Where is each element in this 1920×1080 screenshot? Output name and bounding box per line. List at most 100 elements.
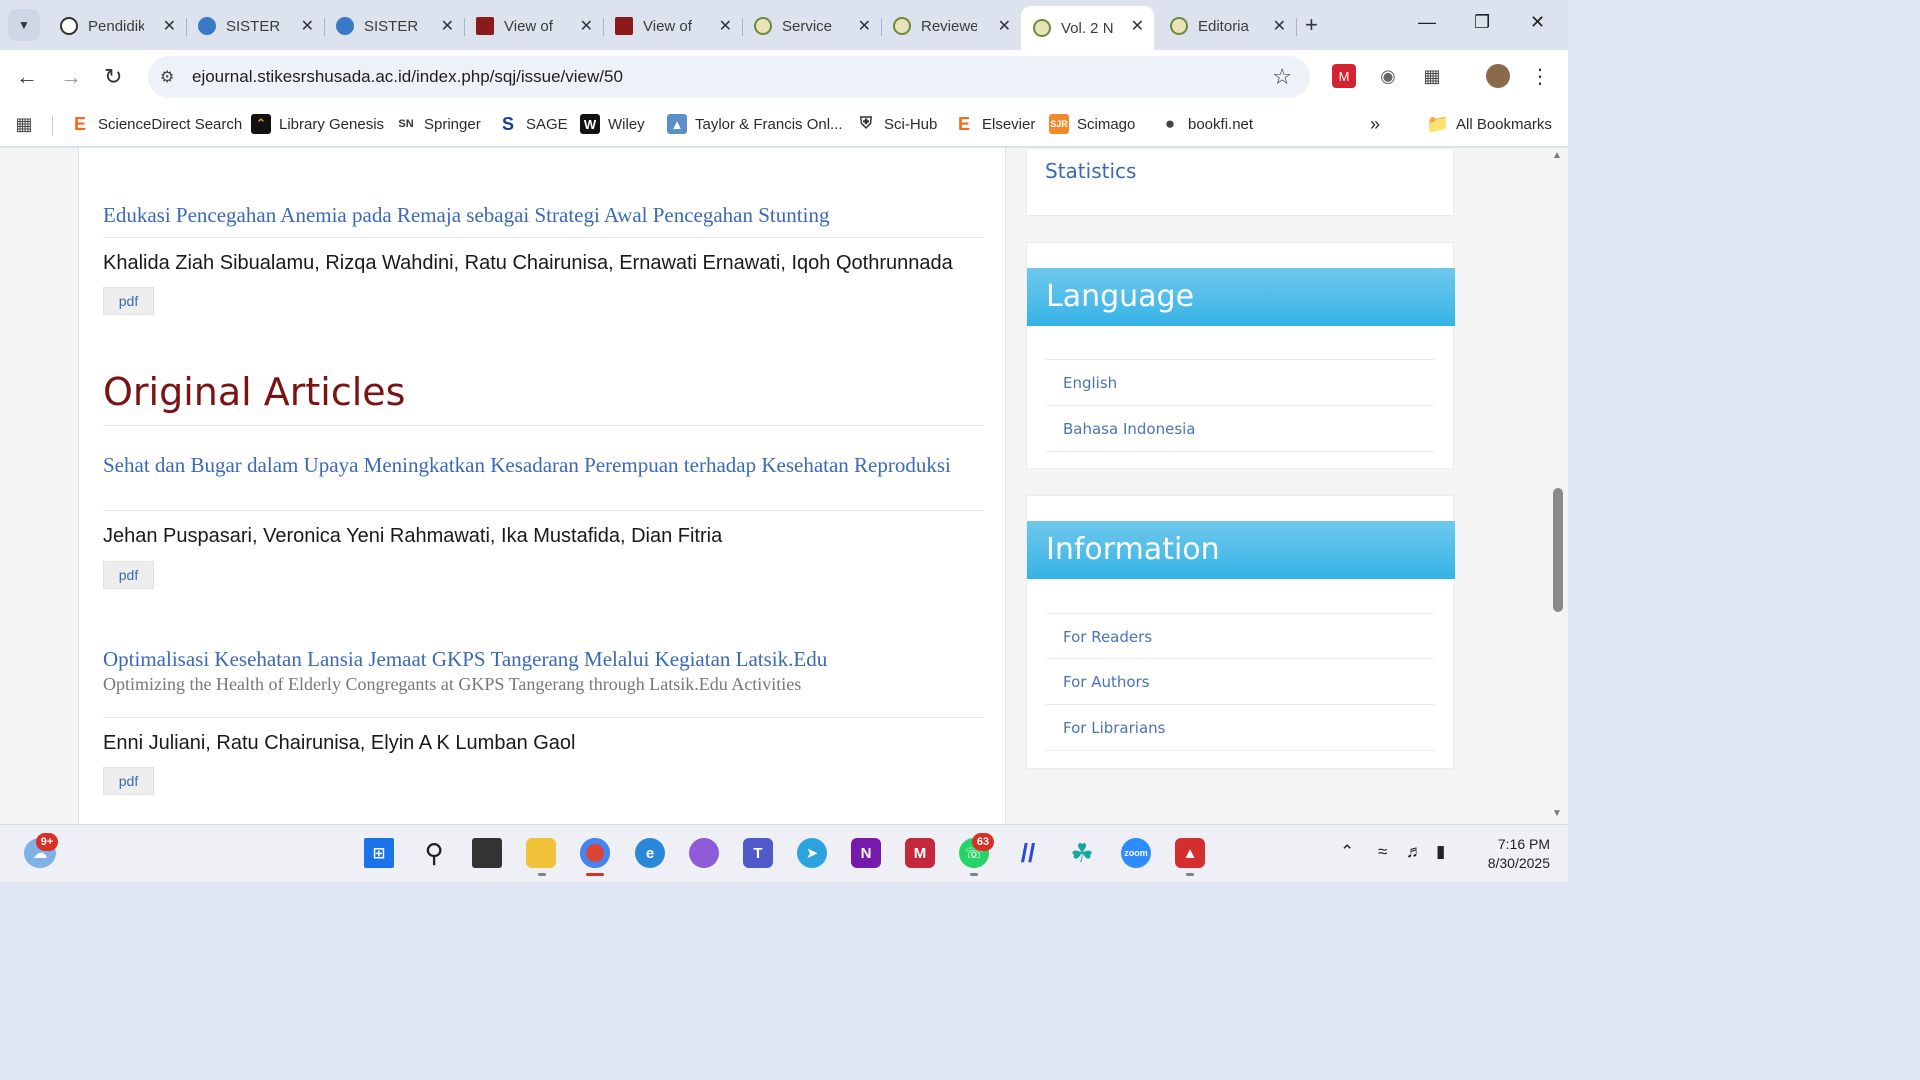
divider — [103, 510, 983, 511]
tray-overflow-chevron-icon[interactable]: ⌃ — [1340, 842, 1354, 862]
apps-button[interactable]: ▦ — [14, 114, 42, 134]
chevron-down-icon: ▼ — [18, 18, 30, 32]
article-title-link[interactable]: Optimalisasi Kesehatan Lansia Jemaat GKP… — [103, 647, 963, 671]
statistics-link[interactable]: Statistics — [1045, 159, 1136, 183]
page-scrollbar[interactable]: ▲ ▼ — [1548, 148, 1568, 824]
telegram-icon[interactable]: ➤ — [797, 838, 827, 868]
tab-view-of-1[interactable]: View of ✕ — [464, 8, 604, 44]
journal-seal-icon — [754, 17, 772, 35]
copilot-icon[interactable] — [689, 838, 719, 868]
extensions-puzzle-icon[interactable]: ▦ — [1420, 64, 1444, 88]
article-title-link[interactable]: Sehat dan Bugar dalam Upaya Meningkatkan… — [103, 453, 963, 477]
onenote-icon[interactable]: N — [851, 838, 881, 868]
close-tab-icon[interactable]: ✕ — [441, 16, 454, 36]
profile-avatar[interactable] — [1486, 64, 1510, 88]
section-heading: Original Articles — [103, 370, 406, 414]
edge-icon[interactable]: e — [635, 838, 665, 868]
language-english-link[interactable]: English — [1045, 359, 1435, 405]
journal-seal-icon — [893, 17, 911, 35]
tab-sister-1[interactable]: SISTER | ✕ — [186, 8, 325, 44]
close-window-button[interactable]: ✕ — [1530, 12, 1545, 33]
for-authors-link[interactable]: For Authors — [1045, 658, 1435, 704]
language-bahasa-indonesia-link[interactable]: Bahasa Indonesia — [1045, 405, 1435, 451]
scroll-down-arrow-icon[interactable]: ▼ — [1552, 808, 1562, 819]
bookmark-library-genesis[interactable]: ⌃ Library Genesis — [251, 114, 384, 134]
chrome-icon[interactable] — [580, 838, 610, 868]
restore-button[interactable]: ❐ — [1474, 12, 1490, 33]
close-tab-icon[interactable]: ✕ — [580, 16, 593, 36]
close-tab-icon[interactable]: ✕ — [858, 16, 871, 36]
close-tab-icon[interactable]: ✕ — [1273, 16, 1286, 36]
close-tab-icon[interactable]: ✕ — [301, 16, 314, 36]
close-tab-icon[interactable]: ✕ — [1131, 16, 1144, 36]
apps-grid-icon: ▦ — [15, 113, 33, 134]
windows-taskbar: ☁ 9+ ⊞ ⚲ e T ➤ N M ☏ 63 // ☘ zoom ▲ ⌃ ≈ … — [0, 824, 1568, 882]
clock-time: 7:16 PM — [1497, 836, 1550, 852]
url-text[interactable]: ejournal.stikesrshusada.ac.id/index.php/… — [192, 67, 623, 87]
tab-search-button[interactable]: ▼ — [8, 9, 40, 41]
acrobat-icon[interactable]: ▲ — [1175, 838, 1205, 868]
kebab-menu-icon[interactable]: ⋮ — [1528, 64, 1552, 88]
tab-sister-2[interactable]: SISTER | ✕ — [324, 8, 465, 44]
mendeley-extension-icon[interactable]: M — [1332, 64, 1356, 88]
close-tab-icon[interactable]: ✕ — [163, 16, 176, 36]
battery-icon[interactable]: ▮ — [1436, 842, 1445, 862]
teams-icon[interactable]: T — [743, 838, 773, 868]
information-heading: Information — [1027, 521, 1455, 579]
site-info-icon[interactable]: ⚙ — [160, 67, 174, 87]
springer-icon: SN — [398, 118, 414, 130]
minimize-button[interactable]: — — [1418, 12, 1436, 33]
bookmark-sciencedirect[interactable]: E ScienceDirect Search — [70, 114, 242, 134]
article-title-link[interactable]: Edukasi Pencegahan Anemia pada Remaja se… — [103, 203, 963, 227]
search-icon[interactable]: ⚲ — [419, 838, 449, 868]
address-bar[interactable]: ⚙ ejournal.stikesrshusada.ac.id/index.ph… — [148, 56, 1310, 98]
tab-view-of-2[interactable]: View of ✕ — [603, 8, 743, 44]
web-page: Edukasi Pencegahan Anemia pada Remaja se… — [0, 148, 1568, 824]
for-librarians-link[interactable]: For Librarians — [1045, 704, 1435, 750]
close-tab-icon[interactable]: ✕ — [719, 16, 732, 36]
bookmarks-overflow-button[interactable]: » — [1370, 114, 1380, 135]
tab-pendidik[interactable]: Pendidik ✕ — [48, 8, 187, 44]
tab-service[interactable]: Service ✕ — [742, 8, 882, 44]
all-bookmarks-button[interactable]: 📁 All Bookmarks — [1427, 114, 1552, 134]
scrollbar-thumb[interactable] — [1553, 488, 1563, 612]
wifi-icon[interactable]: ≈ — [1378, 842, 1387, 862]
bookmark-bookfi[interactable]: ● bookfi.net — [1160, 114, 1253, 134]
browser-toolbar: ← → ↻ ⚙ ejournal.stikesrshusada.ac.id/in… — [0, 50, 1568, 104]
for-readers-link[interactable]: For Readers — [1045, 613, 1435, 659]
bookmark-scimago[interactable]: SJR Scimago — [1049, 114, 1135, 134]
camera-icon[interactable]: ◉ — [1376, 64, 1400, 88]
zoom-icon[interactable]: zoom — [1121, 838, 1151, 868]
back-button[interactable]: ← — [16, 64, 38, 90]
app-figure-icon[interactable]: ☘ — [1067, 838, 1097, 868]
pdf-button[interactable]: pdf — [103, 561, 154, 589]
bookmark-taylor-francis[interactable]: ▲ Taylor & Francis Onl... — [667, 114, 843, 134]
mendeley-icon[interactable]: M — [905, 838, 935, 868]
file-explorer-icon[interactable] — [526, 838, 556, 868]
bookmark-sage[interactable]: S SAGE — [498, 114, 568, 134]
task-view-icon[interactable] — [472, 838, 502, 868]
bookmark-star-icon[interactable]: ☆ — [1272, 64, 1292, 90]
start-windows-icon[interactable]: ⊞ — [364, 838, 394, 868]
pdf-button[interactable]: pdf — [103, 287, 154, 315]
bookmark-wiley[interactable]: W Wiley — [580, 114, 645, 134]
scimago-icon: SJR — [1049, 114, 1069, 134]
bookmark-elsevier[interactable]: E Elsevier — [954, 114, 1035, 134]
system-clock[interactable]: 7:16 PM 8/30/2025 — [1460, 835, 1550, 873]
tab-editorial[interactable]: Editoria ✕ — [1158, 8, 1297, 44]
journal-seal-icon — [1033, 19, 1051, 37]
volume-icon[interactable]: ♬ — [1406, 842, 1423, 862]
elsevier-icon: E — [73, 113, 86, 134]
app-slash-icon[interactable]: // — [1013, 838, 1043, 868]
bookmark-springer[interactable]: SN Springer — [396, 114, 480, 134]
forward-button[interactable]: → — [60, 64, 82, 90]
tab-vol-2-active[interactable]: Vol. 2 N ✕ — [1021, 6, 1154, 50]
reload-button[interactable]: ↻ — [104, 64, 122, 90]
new-tab-button[interactable]: + — [1305, 12, 1318, 38]
acta-medica-icon — [615, 17, 633, 35]
close-tab-icon[interactable]: ✕ — [998, 16, 1011, 36]
scroll-up-arrow-icon[interactable]: ▲ — [1552, 150, 1562, 161]
tab-reviewer[interactable]: Reviewe ✕ — [881, 8, 1021, 44]
pdf-button[interactable]: pdf — [103, 767, 154, 795]
bookmark-sci-hub[interactable]: ⛨ Sci-Hub — [856, 114, 937, 134]
